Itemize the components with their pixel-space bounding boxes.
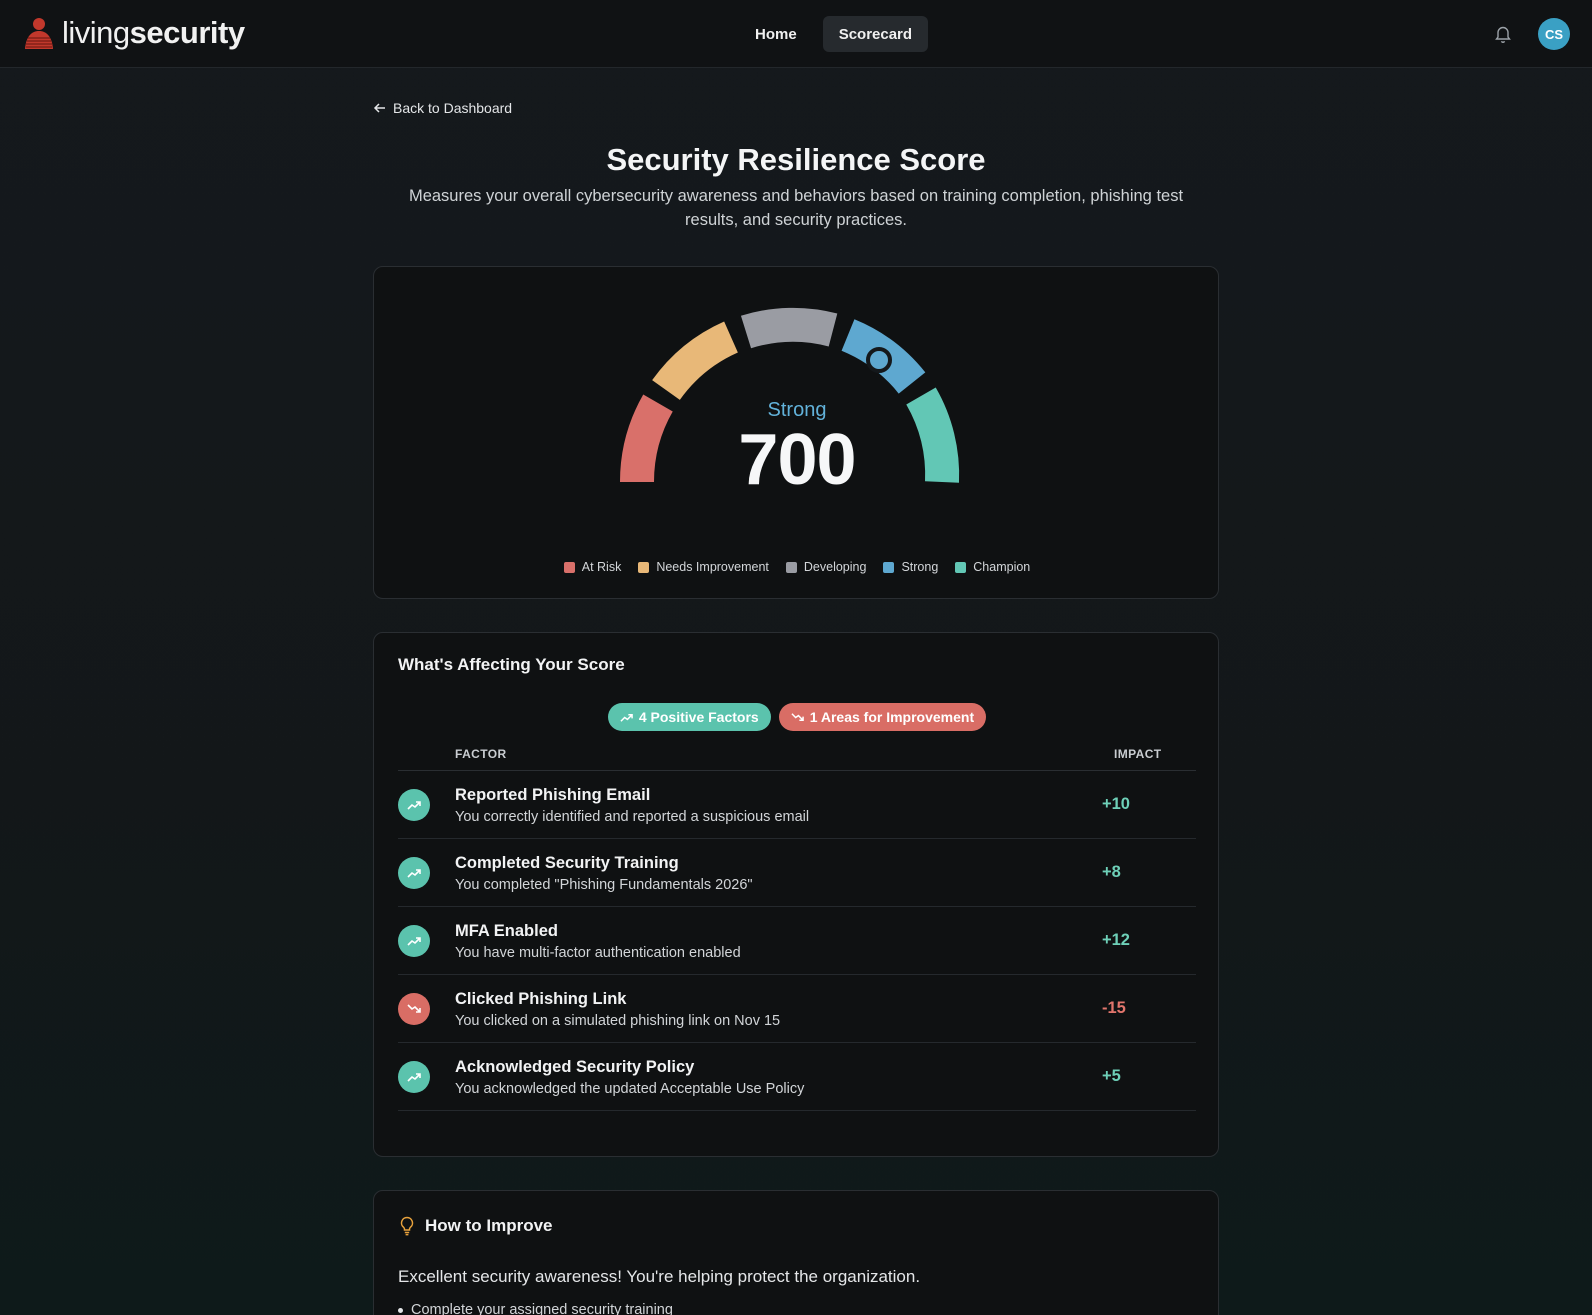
improve-message: Excellent security awareness! You're hel… (398, 1267, 921, 1286)
bell-icon[interactable] (1494, 24, 1512, 44)
factor-title: Completed Security Training (455, 854, 679, 872)
trending-down-icon (398, 993, 430, 1025)
legend-item-needs-improvement: Needs Improvement (638, 560, 769, 574)
back-link-label: Back to Dashboard (393, 100, 513, 116)
factor-impact: +12 (1102, 931, 1130, 949)
score-factors-card: What's Affecting Your Score 4 Positive F… (373, 632, 1219, 1157)
how-to-improve-card: How to Improve Excellent security awaren… (373, 1190, 1219, 1315)
arrow-left-icon (373, 103, 385, 113)
legend-swatch (638, 561, 650, 573)
legend-swatch (955, 561, 967, 573)
column-header-impact: IMPACT (1114, 747, 1162, 761)
trending-up-icon (398, 925, 430, 957)
positive-factors-pill[interactable]: 4 Positive Factors (607, 703, 771, 731)
factor-impact: +5 (1102, 1067, 1121, 1085)
factor-impact: -15 (1102, 999, 1126, 1017)
factor-title: Clicked Phishing Link (455, 990, 627, 1008)
main-nav: Home Scorecard (739, 16, 929, 52)
table-row: Completed Security Training You complete… (398, 839, 1196, 907)
factor-title: Acknowledged Security Policy (455, 1058, 695, 1076)
factor-title: MFA Enabled (455, 922, 558, 940)
trending-up-icon (398, 857, 430, 889)
factor-description: You acknowledged the updated Acceptable … (455, 1081, 805, 1097)
trending-up-icon (620, 713, 633, 722)
legend-swatch (883, 561, 895, 573)
score-gauge-card: Strong 700 At Risk Needs Improvement Dev… (373, 266, 1219, 599)
factors-table-header: FACTOR IMPACT (398, 745, 1196, 771)
legend-item-at-risk: At Risk (563, 560, 621, 574)
column-header-factor: FACTOR (455, 747, 507, 761)
factor-impact: +10 (1102, 795, 1130, 813)
back-to-dashboard-link[interactable]: Back to Dashboard (373, 100, 512, 116)
user-avatar[interactable]: CS (1538, 18, 1570, 50)
factor-title: Reported Phishing Email (455, 786, 651, 804)
top-navigation-bar: livingsecurity Home Scorecard CS (0, 0, 1592, 68)
trending-down-icon (791, 712, 804, 721)
table-row: Acknowledged Security Policy You acknowl… (398, 1043, 1196, 1111)
logo-mark-icon (25, 18, 53, 49)
table-row: Clicked Phishing Link You clicked on a s… (398, 975, 1196, 1043)
legend-item-strong: Strong (883, 560, 938, 574)
factor-description: You correctly identified and reported a … (455, 809, 810, 825)
trending-up-icon (398, 789, 430, 821)
list-item: Complete your assigned security training (398, 1302, 673, 1315)
lightbulb-icon (400, 1216, 414, 1236)
bullet (398, 1307, 403, 1313)
factor-impact: +8 (1102, 863, 1121, 881)
score-value: 700 (738, 420, 856, 500)
nav-scorecard[interactable]: Scorecard (822, 16, 929, 52)
nav-home[interactable]: Home (739, 16, 813, 52)
page-title: Security Resilience Score (606, 142, 986, 177)
living-security-logo[interactable]: livingsecurity (22, 13, 245, 53)
factor-description: You completed "Phishing Fundamentals 202… (455, 877, 753, 893)
gauge-segment-developing (740, 307, 838, 349)
table-row: Reported Phishing Email You correctly id… (398, 771, 1196, 839)
factor-filter-pills: 4 Positive Factors 1 Areas for Improveme… (374, 703, 1220, 731)
improve-header: How to Improve (398, 1216, 553, 1236)
table-row: MFA Enabled You have multi-factor authen… (398, 907, 1196, 975)
legend-item-champion: Champion (955, 560, 1030, 574)
page-subtitle: Measures your overall cybersecurity awar… (408, 187, 1184, 229)
factors-title: What's Affecting Your Score (398, 655, 625, 674)
legend-swatch (563, 561, 575, 573)
gauge-segment-needs-improvement (652, 321, 739, 401)
factor-description: You clicked on a simulated phishing link… (455, 1013, 781, 1029)
logo-wordmark: livingsecurity (62, 15, 245, 50)
factor-description: You have multi-factor authentication ena… (455, 945, 741, 961)
gauge-indicator (866, 347, 892, 373)
legend-item-developing: Developing (785, 560, 866, 574)
legend-swatch (785, 561, 797, 573)
improvement-areas-pill[interactable]: 1 Areas for Improvement (778, 703, 987, 731)
gauge-legend: At Risk Needs Improvement Developing Str… (374, 560, 1220, 574)
trending-up-icon (398, 1061, 430, 1093)
